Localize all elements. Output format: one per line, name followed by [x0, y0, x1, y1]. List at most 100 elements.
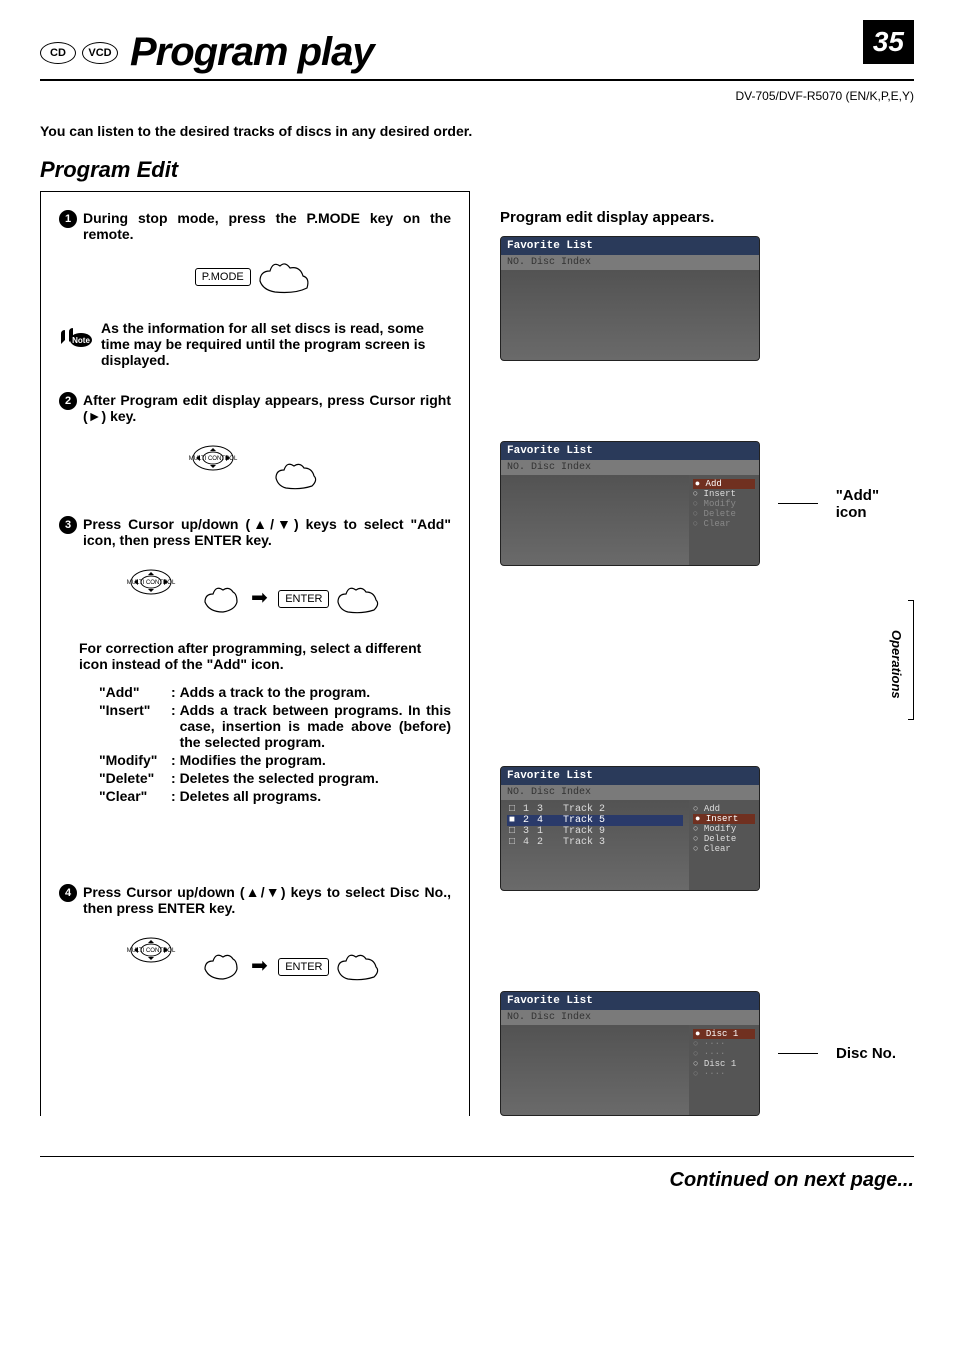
definition-term: "Delete" — [99, 770, 171, 786]
osd-disc-item: ○ Disc 1 — [693, 1059, 755, 1069]
table-row: ■24Track 5 — [507, 815, 683, 826]
osd-menu-delete: ○ Delete — [693, 509, 755, 519]
page-title: Program play — [130, 30, 374, 75]
osd-menu-add: ○ Add — [693, 804, 755, 814]
hand-icon — [272, 456, 322, 492]
osd-menu-modify: ○ Modify — [693, 499, 755, 509]
definition-desc: Deletes all programs. — [180, 788, 451, 804]
callout-line — [778, 503, 818, 504]
enter-button-graphic: ENTER — [278, 958, 329, 976]
side-tab-border — [908, 600, 914, 720]
osd-screenshot-3: Favorite List NO. Disc Index □13Track 2 … — [500, 766, 760, 891]
title-row: CD VCD Program play — [40, 30, 914, 81]
definition-colon: : — [171, 788, 180, 804]
cursor-enter-diagram-2: MULTI CONTROL ➡ ENTER — [59, 930, 451, 984]
osd-menu: ○ Add ● Insert ○ Modify ○ Delete ○ Clear — [689, 800, 759, 890]
model-line: DV-705/DVF-R5070 (EN/K,P,E,Y) — [40, 89, 914, 103]
step-3-text: Press Cursor up/down (▲/▼) keys to selec… — [83, 516, 451, 548]
step-number-icon: 2 — [59, 392, 77, 410]
enter-button-graphic: ENTER — [278, 590, 329, 608]
cd-badge: CD — [40, 42, 76, 64]
definition-colon: : — [171, 702, 180, 750]
osd-menu-clear: ○ Clear — [693, 519, 755, 529]
osd-title: Favorite List — [501, 767, 759, 785]
vcd-badge: VCD — [82, 42, 118, 64]
right-heading-1: Program edit display appears. — [500, 209, 914, 226]
callout-add: "Add" icon — [836, 487, 914, 521]
left-column: 1 During stop mode, press the P.MODE key… — [40, 191, 470, 1116]
step-4-text: Press Cursor up/down (▲/▼) keys to selec… — [83, 884, 451, 916]
hand-icon — [201, 580, 241, 616]
osd-screenshot-1: Favorite List NO. Disc Index — [500, 236, 760, 361]
definition-desc: Modifies the program. — [180, 752, 451, 768]
hand-icon — [255, 256, 315, 296]
step-1: 1 During stop mode, press the P.MODE key… — [59, 210, 451, 242]
osd-columns: NO. Disc Index — [501, 255, 759, 270]
right-column: Program edit display appears. Favorite L… — [500, 191, 914, 1116]
cursor-enter-diagram-1: MULTI CONTROL ➡ ENTER — [59, 562, 451, 616]
osd-program-list: □13Track 2 ■24Track 5 □31Track 9 □42Trac… — [501, 800, 689, 890]
definition-row: "Clear" : Deletes all programs. — [99, 788, 451, 804]
step-2: 2 After Program edit display appears, pr… — [59, 392, 451, 424]
osd-screenshot-2: Favorite List NO. Disc Index ● Add ○ Ins… — [500, 441, 760, 566]
continued-text: Continued on next page... — [40, 1156, 914, 1192]
step-1-text: During stop mode, press the P.MODE key o… — [83, 210, 451, 242]
intro-text: You can listen to the desired tracks of … — [40, 123, 914, 139]
definition-list: "Add" : Adds a track to the program. "In… — [99, 684, 451, 804]
osd-menu-insert: ○ Insert — [693, 489, 755, 499]
osd-columns: NO. Disc Index — [501, 785, 759, 800]
arrow-right-icon: ➡ — [251, 587, 268, 609]
osd-menu-add: ● Add — [693, 479, 755, 489]
multi-control-icon: MULTI CONTROL — [126, 562, 196, 602]
definition-desc: Adds a track to the program. — [180, 684, 451, 700]
callout-disc-no: Disc No. — [836, 1045, 896, 1062]
svg-text:MULTI CONTROL: MULTI CONTROL — [127, 580, 176, 586]
multi-control-icon: MULTI CONTROL — [126, 930, 196, 970]
osd-columns: NO. Disc Index — [501, 460, 759, 475]
step-number-icon: 4 — [59, 884, 77, 902]
cursor-right-diagram: MULTI CONTROL — [59, 438, 451, 492]
definition-term: "Modify" — [99, 752, 171, 768]
definition-row: "Delete" : Deletes the selected program. — [99, 770, 451, 786]
step-number-icon: 1 — [59, 210, 77, 228]
section-heading: Program Edit — [40, 157, 914, 183]
page-number: 35 — [863, 20, 914, 64]
definition-row: "Modify" : Modifies the program. — [99, 752, 451, 768]
osd-menu-delete: ○ Delete — [693, 834, 755, 844]
osd-menu-modify: ○ Modify — [693, 824, 755, 834]
definition-colon: : — [171, 770, 180, 786]
note-icon: Note — [59, 320, 93, 348]
osd-menu-clear: ○ Clear — [693, 844, 755, 854]
multi-control-icon: MULTI CONTROL — [188, 438, 268, 478]
definition-desc: Adds a track between programs. In this c… — [180, 702, 451, 750]
pmode-diagram: P.MODE — [59, 256, 451, 296]
step-2-text: After Program edit display appears, pres… — [83, 392, 451, 424]
correction-text: For correction after programming, select… — [79, 640, 451, 672]
definition-colon: : — [171, 684, 180, 700]
arrow-right-icon: ➡ — [251, 955, 268, 977]
osd-menu-insert: ● Insert — [693, 814, 755, 824]
side-tab: Operations — [885, 620, 908, 709]
pmode-button-graphic: P.MODE — [195, 268, 251, 286]
osd-title: Favorite List — [501, 442, 759, 460]
note-text: As the information for all set discs is … — [101, 320, 451, 368]
step-4: 4 Press Cursor up/down (▲/▼) keys to sel… — [59, 884, 451, 916]
svg-text:Note: Note — [72, 336, 90, 345]
definition-term: "Clear" — [99, 788, 171, 804]
table-row: □42Track 3 — [507, 837, 683, 848]
step-number-icon: 3 — [59, 516, 77, 534]
note-row: Note As the information for all set disc… — [59, 320, 451, 368]
hand-icon — [334, 947, 384, 983]
table-row: □13Track 2 — [507, 804, 683, 815]
osd-columns: NO. Disc Index — [501, 1010, 759, 1025]
hand-icon — [201, 947, 241, 983]
hand-icon — [334, 580, 384, 616]
osd-title: Favorite List — [501, 237, 759, 255]
osd-screenshot-4: Favorite List NO. Disc Index ● Disc 1 ○ … — [500, 991, 760, 1116]
osd-disc-selected: ● Disc 1 — [693, 1029, 755, 1039]
definition-desc: Deletes the selected program. — [180, 770, 451, 786]
definition-row: "Insert" : Adds a track between programs… — [99, 702, 451, 750]
definition-term: "Add" — [99, 684, 171, 700]
definition-row: "Add" : Adds a track to the program. — [99, 684, 451, 700]
callout-line — [778, 1053, 818, 1054]
